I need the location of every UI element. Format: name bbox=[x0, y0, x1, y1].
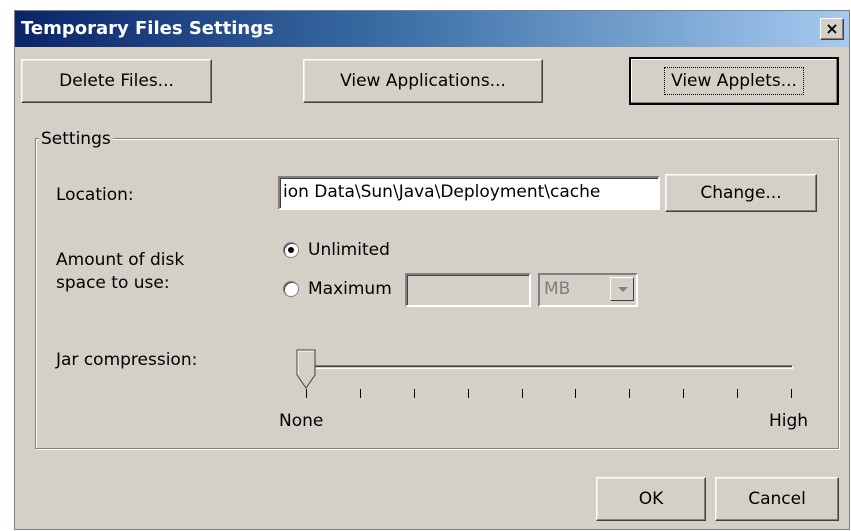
maximum-size-field[interactable] bbox=[405, 273, 531, 307]
settings-group-label: Settings bbox=[39, 129, 113, 149]
slider-tick bbox=[306, 389, 307, 398]
close-icon: × bbox=[825, 19, 839, 38]
view-applets-label: View Applets... bbox=[664, 67, 804, 95]
radio-selected-dot bbox=[288, 247, 294, 253]
view-applications-button[interactable]: View Applications... bbox=[303, 59, 543, 103]
maximum-radio[interactable] bbox=[283, 281, 299, 297]
chevron-down-icon[interactable] bbox=[610, 277, 634, 301]
slider-tick bbox=[791, 389, 792, 398]
temporary-files-settings-dialog: Temporary Files Settings × Delete Files.… bbox=[14, 10, 850, 530]
unit-select[interactable]: MB bbox=[538, 273, 638, 307]
unlimited-radio[interactable] bbox=[283, 242, 299, 258]
location-value: ion Data\Sun\Java\Deployment\cache bbox=[283, 182, 601, 202]
ok-label: OK bbox=[638, 489, 664, 509]
location-field[interactable]: ion Data\Sun\Java\Deployment\cache bbox=[278, 176, 660, 210]
change-button[interactable]: Change... bbox=[665, 174, 817, 212]
unlimited-label[interactable]: Unlimited bbox=[308, 238, 390, 262]
slider-max-label: High bbox=[769, 411, 809, 431]
maximum-label[interactable]: Maximum bbox=[308, 277, 392, 301]
slider-tick bbox=[683, 389, 685, 398]
slider-tick bbox=[413, 389, 415, 398]
view-applications-label: View Applications... bbox=[340, 71, 506, 91]
disk-space-label-line2: space to use: bbox=[56, 273, 170, 293]
slider-tick bbox=[575, 389, 577, 398]
unit-select-value: MB bbox=[544, 279, 571, 299]
slider-tick bbox=[521, 389, 523, 398]
dialog-title: Temporary Files Settings bbox=[21, 18, 274, 39]
slider-tick bbox=[629, 389, 631, 398]
cancel-button[interactable]: Cancel bbox=[715, 477, 839, 521]
delete-files-label: Delete Files... bbox=[59, 71, 174, 91]
compression-slider-thumb[interactable] bbox=[296, 349, 316, 389]
title-bar[interactable]: Temporary Files Settings × bbox=[15, 11, 849, 47]
location-label: Location: bbox=[56, 185, 134, 205]
delete-files-button[interactable]: Delete Files... bbox=[21, 59, 212, 103]
change-label: Change... bbox=[700, 183, 782, 203]
compression-slider-track[interactable] bbox=[305, 365, 793, 369]
slider-tick bbox=[359, 389, 361, 398]
close-button[interactable]: × bbox=[820, 18, 844, 40]
ok-button[interactable]: OK bbox=[596, 477, 706, 521]
jar-compression-label: Jar compression: bbox=[56, 350, 198, 370]
slider-tick bbox=[737, 389, 739, 398]
disk-space-label-line1: Amount of disk bbox=[56, 250, 185, 270]
view-applets-button[interactable]: View Applets... bbox=[629, 57, 839, 105]
cancel-label: Cancel bbox=[748, 489, 806, 509]
slider-tick bbox=[467, 389, 469, 398]
slider-min-label: None bbox=[279, 411, 324, 431]
